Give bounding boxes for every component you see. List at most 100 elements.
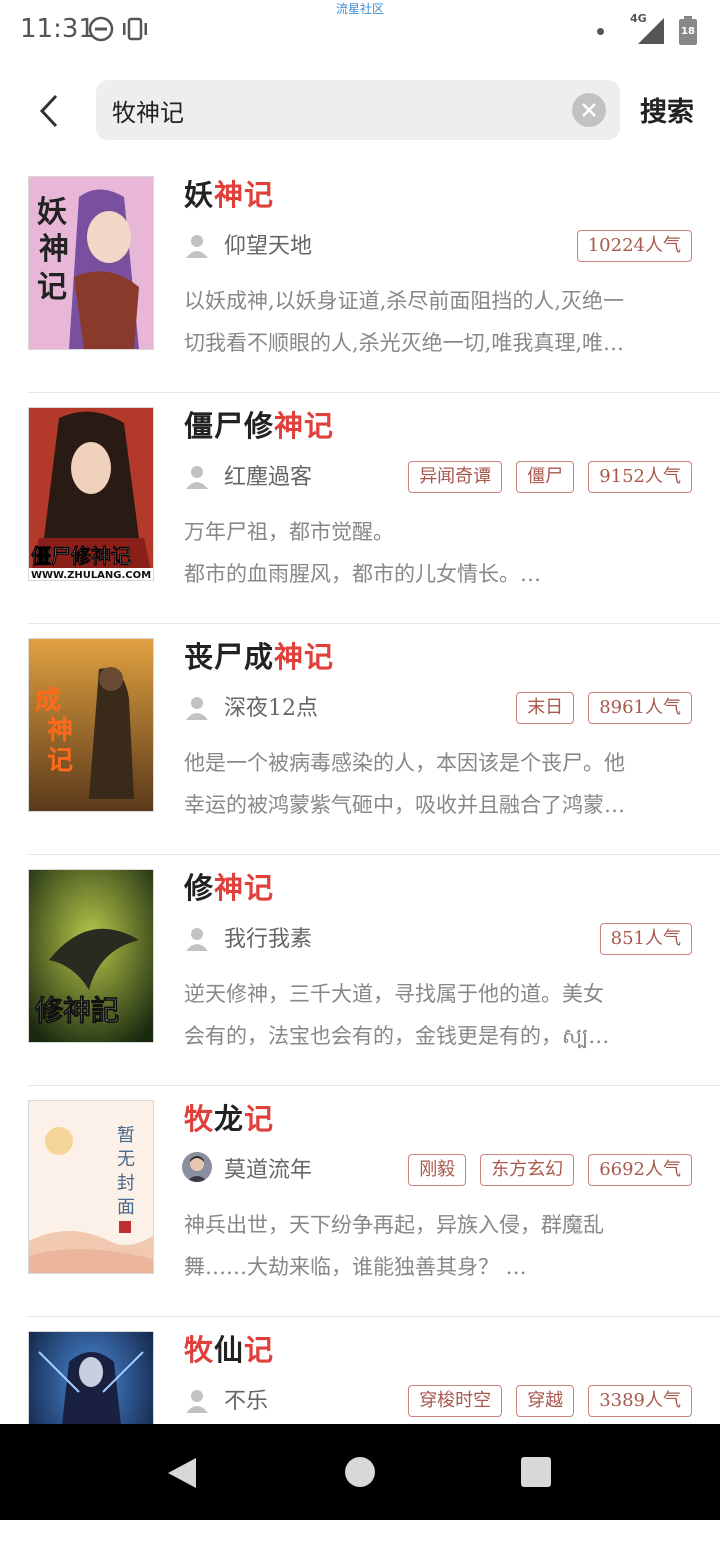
book-title[interactable]: 牧龙记 bbox=[184, 1096, 274, 1138]
genre-tag: 僵尸 bbox=[516, 461, 575, 493]
svg-text:妖: 妖 bbox=[37, 195, 67, 230]
author-name: 深夜12点 bbox=[224, 696, 318, 721]
title-part-1: 龙 bbox=[214, 1102, 245, 1136]
title-part-1: 神记 bbox=[214, 178, 275, 212]
nav-home-icon[interactable] bbox=[345, 1457, 375, 1487]
status-time: 11:31 bbox=[20, 14, 95, 44]
svg-text:神: 神 bbox=[47, 716, 73, 746]
popularity-tag: 3389人气 bbox=[588, 1385, 692, 1417]
user-icon bbox=[186, 1390, 208, 1413]
book-meta: 深夜12点 末日 8961人气 bbox=[184, 692, 692, 728]
desc-line: 万年尸祖，都市觉醒。 bbox=[184, 520, 394, 544]
desc-line: 以妖成神,以妖身证道,杀尽前面阻挡的人,灭绝一 bbox=[184, 289, 625, 313]
book-meta: 不乐 穿梭时空 穿越 3389人气 bbox=[184, 1385, 692, 1421]
title-part-0: 僵尸修 bbox=[184, 409, 275, 443]
book-title[interactable]: 丧尸成神记 bbox=[184, 634, 334, 676]
result-item-0[interactable]: 妖 神 记 妖神记 仰望天地 10224人气 以妖成神,以妖身证道,杀尽前面阻挡… bbox=[28, 162, 720, 393]
genre-tag: 穿梭时空 bbox=[408, 1385, 503, 1417]
book-description: 万年尸祖，都市觉醒。 都市的血雨腥风，都市的儿女情长。… bbox=[184, 511, 692, 595]
system-nav-bar bbox=[0, 1424, 720, 1520]
svg-text:封: 封 bbox=[117, 1173, 135, 1194]
result-item-1[interactable]: 僵尸修神记 WWW.ZHULANG.COM 僵尸修神记 红塵過客 异闻奇谭 僵尸… bbox=[28, 393, 720, 624]
book-description: 神兵出世，天下纷争再起，异族入侵，群魔乱 舞……大劫来临，谁能独善其身？ … bbox=[184, 1204, 692, 1288]
close-icon bbox=[582, 103, 596, 117]
book-description: 逆天修神，三千大道，寻找属于他的道。美女 会有的，法宝也会有的，金钱更是有的，ស… bbox=[184, 973, 692, 1057]
book-cover[interactable]: 暂 无 封 面 bbox=[28, 1100, 154, 1274]
genre-tag: 穿越 bbox=[516, 1385, 575, 1417]
user-icon bbox=[186, 697, 208, 720]
title-part-0: 丧尸成 bbox=[184, 640, 275, 674]
tag-list: 穿梭时空 穿越 3389人气 bbox=[408, 1385, 692, 1417]
tag-list: 851人气 bbox=[599, 923, 692, 955]
popularity-tag: 6692人气 bbox=[588, 1154, 692, 1186]
book-meta: 我行我素 851人气 bbox=[184, 923, 692, 959]
desc-line: 切我看不顺眼的人,杀光灭绝一切,唯我真理,唯… bbox=[184, 331, 625, 355]
svg-text:记: 记 bbox=[37, 270, 67, 305]
do-not-disturb-icon bbox=[88, 16, 114, 46]
notification-dot-icon bbox=[597, 27, 604, 35]
svg-text:暂: 暂 bbox=[117, 1125, 135, 1146]
title-part-0: 牧 bbox=[184, 1333, 215, 1367]
desc-line: 会有的，法宝也会有的，金钱更是有的，ស្ប… bbox=[184, 1024, 610, 1048]
clear-search-button[interactable] bbox=[572, 93, 606, 127]
svg-text:无: 无 bbox=[117, 1149, 135, 1170]
popularity-tag: 10224人气 bbox=[576, 230, 692, 262]
genre-tag: 刚毅 bbox=[408, 1154, 467, 1186]
book-cover[interactable]: 成 神 记 bbox=[28, 638, 154, 812]
back-button[interactable] bbox=[24, 86, 74, 136]
result-item-4[interactable]: 暂 无 封 面 牧龙记 莫道流年 刚毅 东方玄幻 6692人气 神兵出世，天下纷… bbox=[28, 1086, 720, 1317]
book-meta: 红塵過客 异闻奇谭 僵尸 9152人气 bbox=[184, 461, 692, 497]
svg-text:神: 神 bbox=[39, 232, 69, 267]
book-title[interactable]: 牧仙记 bbox=[184, 1327, 274, 1369]
tag-list: 末日 8961人气 bbox=[516, 692, 692, 724]
title-part-1: 仙 bbox=[214, 1333, 245, 1367]
user-icon bbox=[186, 928, 208, 951]
book-title[interactable]: 妖神记 bbox=[184, 172, 274, 214]
tag-list: 异闻奇谭 僵尸 9152人气 bbox=[408, 461, 692, 493]
book-title[interactable]: 僵尸修神记 bbox=[184, 403, 334, 445]
status-right: 4G 18 bbox=[597, 12, 698, 48]
svg-text:修神記: 修神記 bbox=[34, 994, 119, 1027]
result-item-3[interactable]: 修神記 修神记 我行我素 851人气 逆天修神，三千大道，寻找属于他的道。美女 … bbox=[28, 855, 720, 1086]
nav-recents-icon[interactable] bbox=[521, 1457, 551, 1487]
genre-tag: 末日 bbox=[516, 692, 575, 724]
author-name: 红塵過客 bbox=[224, 465, 313, 490]
title-part-0: 牧 bbox=[184, 1102, 215, 1136]
author-name: 我行我素 bbox=[224, 927, 313, 952]
author-name: 不乐 bbox=[224, 1389, 269, 1414]
svg-text:面: 面 bbox=[117, 1197, 135, 1218]
nav-back-icon[interactable] bbox=[166, 1456, 198, 1490]
search-box bbox=[96, 80, 620, 140]
book-title[interactable]: 修神记 bbox=[184, 865, 274, 907]
desc-line: 他是一个被病毒感染的人，本因该是个丧尸。他 bbox=[184, 751, 625, 775]
svg-text:记: 记 bbox=[47, 746, 73, 776]
user-icon bbox=[186, 235, 208, 258]
tag-list: 刚毅 东方玄幻 6692人气 bbox=[408, 1154, 692, 1186]
book-cover[interactable]: 妖 神 记 bbox=[28, 176, 154, 350]
title-part-2: 记 bbox=[244, 1333, 275, 1367]
desc-line: 神兵出世，天下纷争再起，异族入侵，群魔乱 bbox=[184, 1213, 604, 1237]
vibrate-icon bbox=[120, 16, 150, 46]
tag-list: 10224人气 bbox=[576, 230, 692, 262]
search-button[interactable]: 搜索 bbox=[640, 90, 694, 129]
title-part-2: 记 bbox=[244, 1102, 275, 1136]
author-name: 莫道流年 bbox=[224, 1158, 313, 1183]
title-part-1: 神记 bbox=[274, 640, 335, 674]
genre-tag: 异闻奇谭 bbox=[408, 461, 503, 493]
desc-line: 逆天修神，三千大道，寻找属于他的道。美女 bbox=[184, 982, 604, 1006]
book-cover[interactable]: 僵尸修神记 WWW.ZHULANG.COM bbox=[28, 407, 154, 581]
svg-text:僵尸修神记: 僵尸修神记 bbox=[31, 544, 131, 568]
author-name: 仰望天地 bbox=[224, 234, 313, 259]
popularity-tag: 9152人气 bbox=[588, 461, 692, 493]
title-part-1: 神记 bbox=[214, 871, 275, 905]
status-icons bbox=[88, 16, 150, 46]
desc-line: 幸运的被鸿蒙紫气砸中，吸收并且融合了鸿蒙… bbox=[184, 793, 625, 817]
popularity-tag: 8961人气 bbox=[588, 692, 692, 724]
search-input[interactable] bbox=[112, 80, 552, 140]
chevron-left-icon bbox=[39, 94, 58, 128]
svg-text:成: 成 bbox=[35, 686, 61, 716]
user-icon bbox=[186, 466, 208, 489]
result-item-2[interactable]: 成 神 记 丧尸成神记 深夜12点 末日 8961人气 他是一个被病毒感染的人，… bbox=[28, 624, 720, 855]
title-part-1: 神记 bbox=[274, 409, 335, 443]
book-cover[interactable]: 修神記 bbox=[28, 869, 154, 1043]
